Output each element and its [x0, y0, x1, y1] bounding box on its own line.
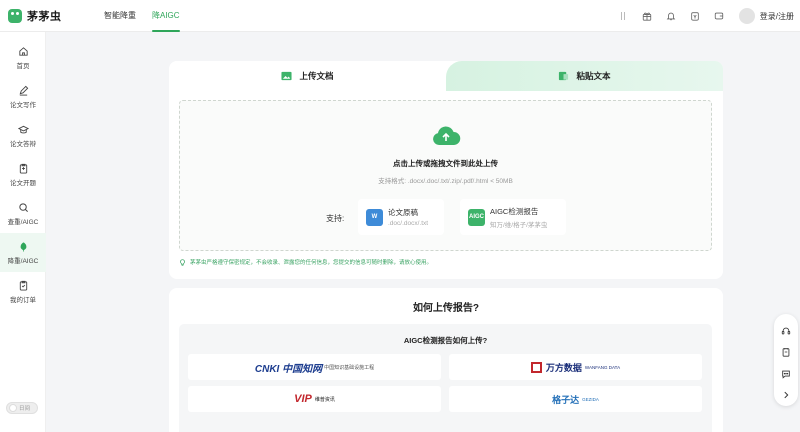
pen-icon [19, 85, 28, 96]
image-doc-icon [281, 71, 293, 81]
home-icon [18, 46, 28, 56]
word-doc-icon: W [366, 208, 383, 226]
sidebar-item-home[interactable]: 首页 [0, 38, 46, 77]
clipboard-icon [19, 163, 27, 174]
sidebar-item-writing[interactable]: 论文写作 [0, 77, 46, 116]
vip-logo: VIP [294, 393, 312, 405]
tab-paste-text[interactable]: 粘贴文本 [446, 61, 723, 91]
sidebar-item-orders[interactable]: 我的订单 [0, 272, 46, 311]
support-label: 支持: [326, 214, 345, 223]
source-wanfang[interactable]: 万方数据 WANFANG DATA [449, 354, 702, 380]
order-icon [19, 280, 27, 291]
headset-icon[interactable] [774, 320, 798, 342]
chat-icon[interactable] [774, 363, 798, 385]
howto-title: 如何上传报告? [412, 303, 480, 314]
logo[interactable]: 茅茅虫 [8, 8, 96, 24]
sidebar-item-defense[interactable]: 论文答辩 [0, 116, 46, 155]
source-gezida[interactable]: 格子达 GEZIDA [449, 386, 702, 412]
tab-paste-label: 粘贴文本 [576, 71, 611, 81]
graduation-cap-icon [17, 125, 29, 133]
source-cnki[interactable]: CNKI 中国知网 中国知识基础设施工程 [188, 354, 441, 380]
upload-tabs: 上传文档 粘贴文本 [169, 61, 723, 91]
notebook-icon[interactable] [774, 342, 798, 364]
sidebar-item-label: 论文开题 [10, 179, 36, 187]
wallet-icon[interactable] [683, 0, 707, 32]
cnki-logo: CNKI 中国知网 [254, 363, 323, 375]
sidebar-item-reduce[interactable]: 降重/AIGC [0, 233, 46, 272]
paste-icon [559, 71, 569, 81]
support-card-aigc: AIGC AIGC检测报告 知万/维/格子/茅茅虫 [460, 199, 566, 235]
privacy-notice: 茅茅虫严格遵守保密规定，不会收录、泄露您的任何信息，您提交的信息可随时删除，请放… [179, 258, 432, 266]
sidebar-item-label: 首页 [16, 62, 30, 70]
card-subtitle: .doc/.docx/.txt [388, 220, 429, 227]
dropzone-title: 点击上传或拖拽文件到此处上传 [393, 159, 498, 168]
file-dropzone[interactable]: 点击上传或拖拽文件到此处上传 支持格式: .docx/.doc/.txt/.zi… [179, 100, 712, 251]
sidebar: 首页 论文写作 论文答辩 论文开题 查重/AIGC 降重/AIGC 我的订单 日… [0, 32, 46, 432]
nav-tab-reduce-aigc[interactable]: 降AIGC [144, 0, 188, 32]
howto-box: AIGC检测报告如何上传? CNKI 中国知网 中国知识基础设施工程 万方数据 … [179, 324, 712, 432]
search-icon [18, 202, 28, 212]
wanfang-logo: 万方数据 [545, 362, 582, 373]
leaf-icon [20, 241, 26, 252]
cnki-logo-sub: 中国知识基础设施工程 [324, 364, 375, 371]
theme-toggle[interactable]: 日间 [6, 402, 38, 414]
sidebar-item-check[interactable]: 查重/AIGC [0, 194, 46, 233]
floating-toolbar [774, 314, 798, 406]
toggle-knob [9, 404, 17, 412]
gezida-logo-sub: GEZIDA [582, 396, 599, 402]
wanfang-logo-icon [530, 361, 542, 373]
chevron-right-icon[interactable] [774, 385, 798, 407]
aigc-report-icon: AIGC [468, 208, 485, 226]
gezida-logo: 格子达 [552, 394, 580, 405]
sidebar-item-label: 我的订单 [10, 296, 36, 304]
card-title: AIGC检测报告 [490, 206, 539, 216]
top-right-toolbar: 登录/注册 [611, 0, 794, 32]
nav-tab-rewrite[interactable]: 智能降重 [96, 0, 144, 32]
tab-upload-label: 上传文档 [299, 71, 334, 81]
howto-subtitle: AIGC检测报告如何上传? [403, 336, 488, 345]
supported-formats: 支持格式: .docx/.doc/.txt/.zip/.pdf/.html < … [378, 178, 513, 185]
sidebar-item-label: 查重/AIGC [7, 218, 39, 226]
howto-section: 如何上传报告? AIGC检测报告如何上传? CNKI 中国知网 中国知识基础设施… [169, 288, 723, 432]
login-link[interactable]: 登录/注册 [760, 11, 794, 22]
wanfang-logo-sub: WANFANG DATA [584, 364, 621, 370]
privacy-notice-text: 茅茅虫严格遵守保密规定，不会收录、泄露您的任何信息，您提交的信息可随时删除，请放… [190, 260, 433, 266]
logo-bug-icon [8, 8, 22, 23]
card-icon[interactable] [707, 0, 731, 32]
cloud-upload-icon [433, 126, 461, 145]
sidebar-item-label: 论文答辩 [10, 140, 36, 148]
tab-upload-document[interactable]: 上传文档 [169, 61, 446, 91]
card-title: 论文原稿 [388, 208, 418, 217]
vip-logo-sub: 维普资讯 [314, 396, 335, 403]
upload-panel: 上传文档 粘贴文本 点击上传或拖拽文件到此处上传 支持格式: .docx/.do… [169, 61, 723, 279]
logo-text: 茅茅虫 [27, 10, 62, 23]
gift-icon[interactable] [635, 0, 659, 32]
support-card-original: W 论文原稿 .doc/.docx/.txt [358, 199, 444, 235]
top-bar: 茅茅虫 智能降重 降AIGC 登录/注册 [0, 0, 800, 32]
theme-toggle-label: 日间 [19, 406, 31, 412]
lightbulb-icon [180, 258, 185, 266]
source-vip[interactable]: VIP 维普资讯 [188, 386, 441, 412]
sidebar-item-proposal[interactable]: 论文开题 [0, 155, 46, 194]
drag-handle-icon[interactable] [611, 0, 635, 32]
sidebar-item-label: 降重/AIGC [7, 257, 39, 265]
bell-icon[interactable] [659, 0, 683, 32]
sidebar-item-label: 论文写作 [10, 101, 36, 109]
card-subtitle: 知万/维/格子/茅茅虫 [490, 221, 548, 229]
avatar[interactable] [738, 8, 755, 24]
